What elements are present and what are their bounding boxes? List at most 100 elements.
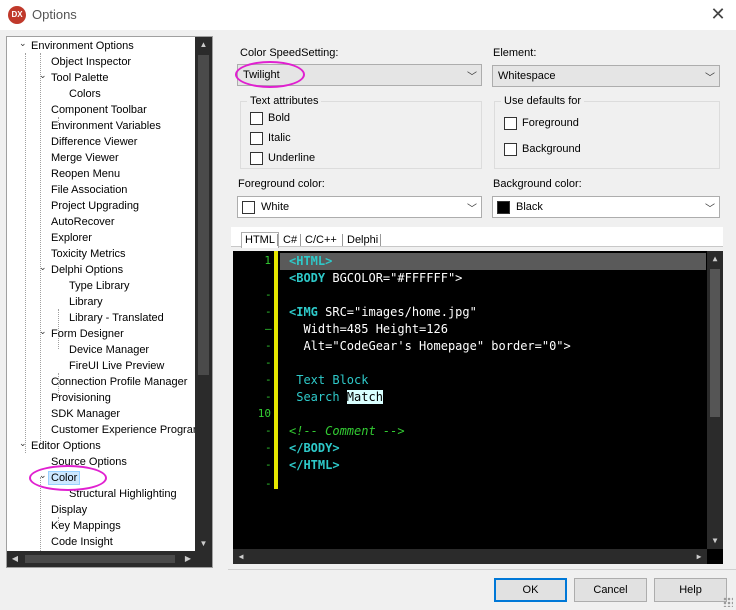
tree-vertical-scrollbar[interactable]: ▲ ▼: [195, 37, 212, 552]
tree-item[interactable]: Component Toolbar: [51, 102, 147, 118]
tree-item[interactable]: ⌄ Environment Options: [19, 38, 134, 54]
scroll-left-icon[interactable]: ◀: [7, 551, 23, 567]
tree-item[interactable]: ⌄ Form Designer: [39, 326, 124, 342]
scroll-down-icon[interactable]: ▼: [195, 536, 212, 552]
chevron-down-icon: ﹀: [467, 72, 477, 83]
tab-html[interactable]: HTML: [241, 232, 279, 248]
tree-item[interactable]: ⌄ Delphi Options: [39, 262, 123, 278]
tree-item[interactable]: Provisioning: [51, 390, 111, 406]
chevron-down-icon[interactable]: ⌄: [39, 259, 47, 275]
scroll-up-icon[interactable]: ▲: [707, 251, 723, 267]
chevron-down-icon[interactable]: ⌄: [39, 467, 47, 483]
tree-item[interactable]: ⌄ Tool Palette: [39, 70, 108, 86]
close-icon[interactable]: ✕: [710, 4, 726, 25]
code-line: Text Block: [289, 373, 369, 387]
tree-item[interactable]: Toxicity Metrics: [51, 246, 126, 262]
tree-item[interactable]: SDK Manager: [51, 406, 120, 422]
cancel-button[interactable]: Cancel: [574, 578, 647, 602]
foreground-color-select[interactable]: White ﹀: [237, 196, 482, 218]
tree-item-label: Color: [48, 471, 81, 485]
scroll-thumb[interactable]: [198, 55, 209, 375]
chevron-down-icon[interactable]: ⌄: [39, 323, 47, 339]
tree-item[interactable]: Structural Highlighting: [69, 486, 177, 502]
tree-item[interactable]: ⌄ Color: [39, 470, 81, 486]
tree-item[interactable]: Device Manager: [69, 342, 149, 358]
color-swatch: [497, 201, 510, 214]
ok-button[interactable]: OK: [494, 578, 567, 602]
options-tree[interactable]: ⌄ Environment Options Object Inspector ⌄ Too…: [6, 36, 213, 568]
tab-delphi[interactable]: Delphi: [344, 233, 381, 247]
chevron-down-icon[interactable]: ⌄: [19, 37, 27, 51]
tree-item[interactable]: Difference Viewer: [51, 134, 137, 150]
italic-label: Italic: [268, 132, 291, 144]
tree-item-label: Form Designer: [51, 328, 124, 340]
tree-item[interactable]: Library: [69, 294, 103, 310]
tree-item[interactable]: Environment Variables: [51, 118, 161, 134]
code-preview[interactable]: 1 - - – - - - - 10 - - - - <HTML> <BODY …: [233, 251, 723, 564]
tree-item[interactable]: Connection Profile Manager: [51, 374, 187, 390]
tree-item-label: Colors: [69, 88, 101, 100]
bold-label: Bold: [268, 112, 291, 124]
checkbox-box[interactable]: [250, 112, 263, 125]
color-speed-setting-select[interactable]: Twilight ﹀: [237, 64, 482, 86]
help-button[interactable]: Help: [654, 578, 727, 602]
tree-item-label: Merge Viewer: [51, 152, 119, 164]
resize-grip-icon[interactable]: [723, 597, 733, 607]
tree-item-label: FireUI Live Preview: [69, 360, 165, 372]
tree-item-label: Reopen Menu: [51, 168, 121, 180]
scroll-right-icon[interactable]: ▶: [691, 549, 707, 564]
tree-item[interactable]: Explorer: [51, 230, 92, 246]
scroll-up-icon[interactable]: ▲: [195, 37, 212, 53]
tree-item[interactable]: Object Inspector: [51, 54, 131, 70]
title-bar: DX Options ✕: [0, 0, 736, 30]
scroll-right-icon[interactable]: ▶: [180, 551, 196, 567]
scroll-thumb[interactable]: [710, 269, 720, 417]
checkbox-box[interactable]: [250, 152, 263, 165]
checkbox-box[interactable]: [250, 132, 263, 145]
line-number: 1: [264, 254, 271, 267]
underline-label: Underline: [268, 152, 316, 164]
code-line: </HTML>: [289, 458, 340, 472]
editor-vertical-scrollbar[interactable]: ▲ ▼: [707, 251, 723, 549]
background-color-select[interactable]: Black ﹀: [492, 196, 720, 218]
tree-item-label: Explorer: [51, 232, 92, 244]
tree-item[interactable]: Type Library: [69, 278, 130, 294]
tree-item[interactable]: Key Mappings: [51, 518, 121, 534]
chevron-down-icon[interactable]: ⌄: [39, 67, 47, 83]
code-line: Alt="CodeGear's Homepage" border="0">: [289, 339, 571, 353]
scroll-left-icon[interactable]: ◀: [233, 549, 249, 564]
tree-item[interactable]: Colors: [69, 86, 101, 102]
scroll-down-icon[interactable]: ▼: [707, 533, 723, 549]
tree-item[interactable]: Code Insight: [51, 534, 113, 550]
tree-item-label: Component Toolbar: [51, 104, 147, 116]
checkbox-box[interactable]: [504, 117, 517, 130]
checkbox-box[interactable]: [504, 143, 517, 156]
code-line: <BODY BGCOLOR="#FFFFFF">: [289, 271, 463, 285]
tab-csharp[interactable]: C#: [280, 233, 300, 247]
tree-item[interactable]: FireUI Live Preview: [69, 358, 164, 374]
tab-cpp[interactable]: C/C++: [302, 233, 340, 247]
tree-item[interactable]: Merge Viewer: [51, 150, 119, 166]
language-tabs: HTML C# C/C++ Delphi: [231, 227, 723, 248]
element-label: Element:: [493, 47, 537, 59]
chevron-down-icon[interactable]: ⌄: [19, 435, 27, 451]
editor-horizontal-scrollbar[interactable]: ◀ ▶: [233, 549, 707, 564]
tree-item[interactable]: Library - Translated: [69, 310, 164, 326]
tree-item[interactable]: Customer Experience Program: [51, 422, 196, 438]
code-line: <!-- Comment -->: [289, 424, 405, 438]
tree-item-label: Project Upgrading: [51, 200, 140, 212]
tree-item[interactable]: AutoRecover: [51, 214, 115, 230]
scroll-corner: [195, 551, 212, 567]
tree-item[interactable]: Project Upgrading: [51, 198, 139, 214]
element-select[interactable]: Whitespace ﹀: [492, 65, 720, 87]
tree-item-label: File Association: [51, 184, 128, 196]
color-speed-setting-label: Color SpeedSetting:: [240, 47, 339, 59]
tree-item[interactable]: ⌄ Editor Options: [19, 438, 101, 454]
tree-horizontal-scrollbar[interactable]: ◀ ▶: [7, 551, 196, 567]
tree-item[interactable]: Source Options: [51, 454, 127, 470]
tree-item[interactable]: File Association: [51, 182, 127, 198]
tree-item[interactable]: Display: [51, 502, 87, 518]
use-defaults-group: Use defaults for Foreground Background: [494, 95, 720, 169]
scroll-thumb[interactable]: [25, 555, 175, 563]
tree-item[interactable]: Reopen Menu: [51, 166, 120, 182]
